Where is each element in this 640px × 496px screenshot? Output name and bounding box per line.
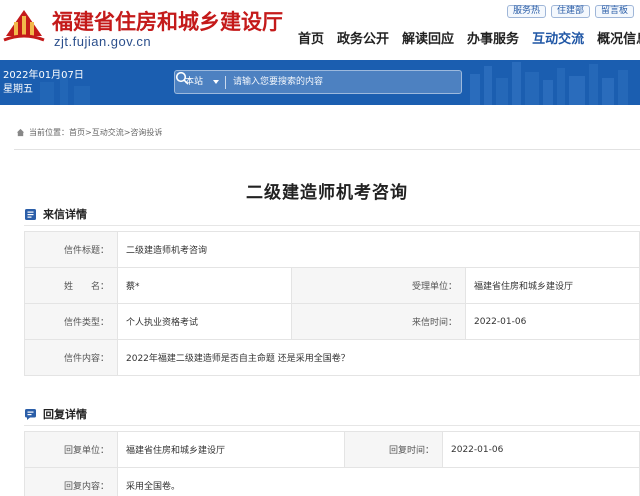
nav-item-services[interactable]: 办事服务 [467, 28, 519, 47]
main-content: 当前位置： 首页 > 互动交流 > 咨询投诉 二级建造师机考咨询 来信详情 信件… [14, 105, 640, 496]
date-value: 2022-01-06 [465, 303, 640, 340]
site-title: 福建省住房和城乡建设厅 [52, 9, 283, 34]
chat-icon [25, 408, 36, 420]
type-value: 个人执业资格考试 [117, 303, 292, 340]
subject-value: 二级建造师机考咨询 [117, 231, 640, 268]
top-links: 服务热 住建部 留言板 [506, 5, 634, 18]
table-row: 信件标题： 二级建造师机考咨询 [24, 231, 640, 268]
reply-content-label: 回复内容： [24, 467, 118, 496]
search-banner: 2022年01月07日 星期五 本站 [0, 60, 640, 105]
site-header: 福建省住房和城乡建设厅 zjt.fujian.gov.cn 服务热 住建部 留言… [0, 0, 640, 60]
reply-section-title: 回复详情 [43, 408, 87, 421]
subject-label: 信件标题： [24, 231, 118, 268]
type-label: 信件类型： [24, 303, 118, 340]
table-row: 回复内容： 采用全国卷。 [24, 467, 640, 496]
reply-unit-label: 回复单位： [24, 431, 118, 468]
dept-label: 受理单位： [291, 267, 466, 304]
nav-item-interpretation[interactable]: 解读回应 [402, 28, 454, 47]
reply-content-value: 采用全国卷。 [117, 467, 640, 496]
document-icon [25, 208, 36, 220]
search-divider [225, 76, 226, 89]
main-nav: 首页 政务公开 解读回应 办事服务 互动交流 概况信息 [298, 28, 640, 47]
breadcrumb-consultation[interactable]: 咨询投诉 [130, 127, 162, 138]
breadcrumb-prefix: 当前位置： [29, 128, 69, 137]
nav-item-gov-affairs[interactable]: 政务公开 [337, 28, 389, 47]
breadcrumb-interaction[interactable]: 互动交流 [92, 127, 124, 138]
table-row: 信件内容： 2022年福建二级建造师是否自主命题 还是采用全国卷？ [24, 339, 640, 376]
reply-time-value: 2022-01-06 [442, 431, 640, 468]
logo-icon [3, 10, 45, 42]
date-display: 2022年01月07日 星期五 [3, 69, 84, 97]
top-link-message-board[interactable]: 留言板 [594, 5, 634, 18]
content-label: 信件内容： [24, 339, 118, 376]
nav-item-home[interactable]: 首页 [298, 28, 324, 47]
name-value: 蔡* [117, 267, 292, 304]
top-link-hotline[interactable]: 服务热 [506, 5, 546, 18]
letter-section-header: 来信详情 [24, 206, 87, 222]
reply-unit-value: 福建省住房和城乡建设厅 [117, 431, 345, 468]
reply-details-table: 回复单位： 福建省住房和城乡建设厅 回复时间： 2022-01-06 回复内容：… [24, 431, 640, 496]
nav-item-interaction[interactable]: 互动交流 [532, 28, 584, 47]
chevron-down-icon [213, 80, 219, 84]
search-input[interactable] [233, 71, 423, 93]
content-value: 2022年福建二级建造师是否自主命题 还是采用全国卷？ [117, 339, 640, 376]
breadcrumb: 当前位置： 首页 > 互动交流 > 咨询投诉 [16, 127, 162, 138]
breadcrumb-separator: > [123, 128, 131, 137]
weekday-text: 星期五 [3, 84, 33, 95]
date-label: 来信时间： [291, 303, 466, 340]
top-link-ministry[interactable]: 住建部 [550, 5, 590, 18]
search-icon[interactable] [175, 71, 189, 85]
table-row: 姓 名： 蔡* 受理单位： 福建省住房和城乡建设厅 [24, 267, 640, 304]
dept-value: 福建省住房和城乡建设厅 [465, 267, 640, 304]
reply-section-header: 回复详情 [24, 406, 87, 422]
section-divider [24, 225, 640, 226]
home-icon [16, 128, 25, 137]
table-row: 回复单位： 福建省住房和城乡建设厅 回复时间： 2022-01-06 [24, 431, 640, 468]
search-box: 本站 [174, 70, 462, 94]
page-title: 二级建造师机考咨询 [246, 183, 408, 203]
nav-item-overview[interactable]: 概况信息 [597, 28, 640, 47]
breadcrumb-separator: > [85, 128, 92, 137]
letter-details-table: 信件标题： 二级建造师机考咨询 姓 名： 蔡* 受理单位： 福建省住房和城乡建设… [24, 231, 640, 376]
letter-section-title: 来信详情 [43, 208, 87, 221]
name-label: 姓 名： [24, 267, 118, 304]
reply-time-label: 回复时间： [344, 431, 443, 468]
breadcrumb-home[interactable]: 首页 [69, 127, 85, 138]
section-divider [24, 425, 640, 426]
site-domain: zjt.fujian.gov.cn [54, 34, 152, 49]
breadcrumb-divider [14, 149, 640, 150]
date-text: 2022年01月07日 [3, 70, 84, 81]
table-row: 信件类型： 个人执业资格考试 来信时间： 2022-01-06 [24, 303, 640, 340]
